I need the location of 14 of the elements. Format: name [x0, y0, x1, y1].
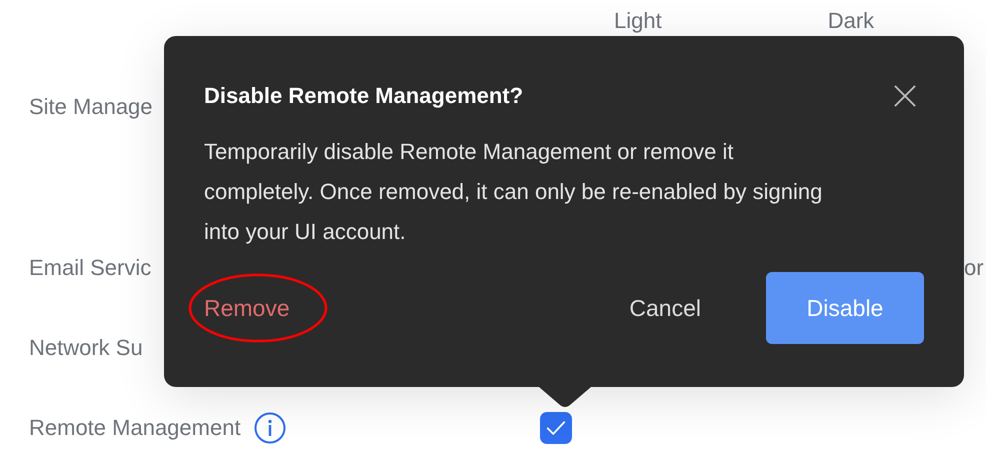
- checkbox[interactable]: [540, 412, 572, 444]
- row-label: Site Manage: [29, 94, 153, 120]
- column-header: Dark: [828, 8, 874, 34]
- close-icon[interactable]: [894, 85, 916, 107]
- row-label: Email Servic: [29, 255, 152, 281]
- dialog-message: Temporarily disable Remote Management or remove it completely. Once removed, it can only be re-enabled by signing into your UI account.: [204, 138, 824, 246]
- dialog-title: Disable Remote Management?: [204, 83, 524, 109]
- row-value: or: [964, 255, 984, 280]
- row-label: Network Su: [29, 335, 143, 361]
- dialog-button[interactable]: Cancel: [589, 272, 741, 344]
- row-label: Remote Management: [29, 415, 241, 441]
- dialog-button[interactable]: Disable: [766, 272, 924, 344]
- column-header: Light: [614, 8, 662, 34]
- info-icon[interactable]: [254, 412, 286, 444]
